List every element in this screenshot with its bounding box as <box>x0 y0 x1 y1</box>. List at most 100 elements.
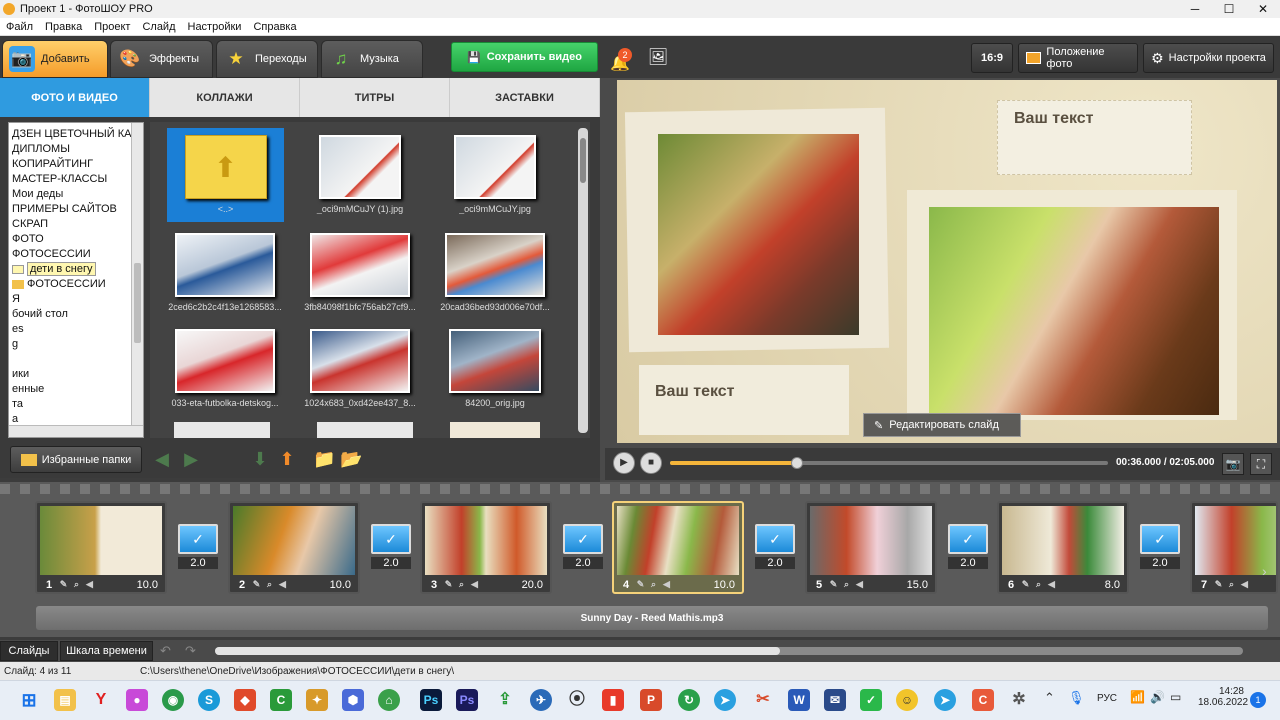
folder-item[interactable]: ДЗЕН ЦВЕТОЧНЫЙ КАН <box>12 127 143 142</box>
pencil-icon[interactable]: ✎ <box>828 579 839 590</box>
photo-position-button[interactable]: Положение фото <box>1018 43 1138 73</box>
zoom-icon[interactable]: ⌕ <box>1226 579 1237 590</box>
image-search-icon[interactable]: 🖼 <box>646 47 670 69</box>
tab-slides[interactable]: Слайды <box>0 641 58 661</box>
close-button[interactable]: ✕ <box>1246 0 1280 18</box>
folder-item[interactable]: ФОТОСЕССИИ <box>12 277 143 292</box>
transition-6[interactable]: ✓ 2.0 <box>1138 524 1182 572</box>
pencil-icon[interactable]: ✎ <box>443 579 454 590</box>
file-thumbnail[interactable]: _oci9mMCuJY.jpg <box>430 128 560 223</box>
slide-duration[interactable]: 8.0 <box>1105 579 1124 591</box>
redo-icon[interactable]: ↷ <box>185 643 196 659</box>
file-up-folder[interactable]: ⬆ <..> <box>167 128 284 222</box>
slide-thumbnail-7[interactable]: 7 ✎ ⌕ ◀ <box>1190 501 1278 594</box>
folder-add-icon[interactable]: 📁 <box>313 449 335 469</box>
slide-thumbnail-6[interactable]: 6 ✎ ⌕ ◀ 8.0 <box>997 501 1129 594</box>
folder-item[interactable]: g <box>12 337 143 352</box>
app-icon[interactable]: ▮ <box>602 689 624 711</box>
file-grid-scrollbar[interactable] <box>578 128 588 433</box>
save-video-button[interactable]: 💾 Сохранить видео <box>451 42 598 72</box>
pencil-icon[interactable]: ✎ <box>635 579 646 590</box>
folder-open-icon[interactable]: 📂 <box>340 449 362 469</box>
folder-item[interactable]: МАСТЕР-КЛАССЫ <box>12 172 143 187</box>
app-icon[interactable]: C <box>270 689 292 711</box>
file-thumbnail[interactable]: 033-eta-futbolka-detskog... <box>160 322 290 417</box>
file-thumbnail[interactable]: 2ced6c2b2c4f13e1268583... <box>160 226 290 321</box>
speaker-icon[interactable]: ◀ <box>84 579 95 590</box>
playback-slider-handle[interactable] <box>791 457 804 469</box>
app-icon[interactable]: ⦿ <box>566 689 588 711</box>
forward-arrow-icon[interactable]: ▶ <box>181 449 201 469</box>
speaker-icon[interactable]: ◀ <box>1239 579 1250 590</box>
folder-item[interactable]: та <box>12 397 143 412</box>
zoom-icon[interactable]: ⌕ <box>648 579 659 590</box>
edit-slide-button[interactable]: ✎ Редактировать слайд <box>863 413 1021 437</box>
folder-item-selected[interactable]: дети в снегу <box>12 262 143 277</box>
app-icon[interactable]: ● <box>126 689 148 711</box>
transition-duration[interactable]: 2.0 <box>178 557 218 569</box>
transition-duration[interactable]: 2.0 <box>371 557 411 569</box>
folder-scroll-thumb[interactable] <box>134 263 141 343</box>
fullscreen-icon[interactable]: ⛶ <box>1250 453 1272 475</box>
slide-duration[interactable]: 10.0 <box>137 579 162 591</box>
folder-item[interactable]: Мои деды <box>12 187 143 202</box>
app-icon[interactable]: ✦ <box>306 689 328 711</box>
app-icon[interactable]: ⬢ <box>342 689 364 711</box>
app-icon[interactable]: ✲ <box>1008 689 1030 711</box>
app-icon[interactable]: ↻ <box>678 689 700 711</box>
zoom-icon[interactable]: ⌕ <box>841 579 852 590</box>
app-icon[interactable]: ⌂ <box>378 689 400 711</box>
app-icon[interactable]: ◆ <box>234 689 256 711</box>
folder-hscrollbar[interactable] <box>9 425 143 437</box>
word-icon[interactable]: W <box>788 689 810 711</box>
folder-item[interactable]: Я <box>12 292 143 307</box>
up-arrow-icon[interactable]: ⬆ <box>277 449 297 469</box>
pencil-icon[interactable]: ✎ <box>1213 579 1224 590</box>
transition-3[interactable]: ✓ 2.0 <box>561 524 605 572</box>
folder-item[interactable]: бочий стол <box>12 307 143 322</box>
skype-icon[interactable]: S <box>198 689 220 711</box>
speaker-icon[interactable]: ◀ <box>854 579 865 590</box>
app-icon[interactable]: ✉ <box>824 689 846 711</box>
input-language[interactable]: РУС <box>1097 693 1117 704</box>
slide-thumbnail-5[interactable]: 5 ✎ ⌕ ◀ 15.0 <box>805 501 937 594</box>
transition-duration[interactable]: 2.0 <box>1140 557 1180 569</box>
photoshop-icon[interactable]: Ps <box>420 689 442 711</box>
stop-icon[interactable]: ■ <box>640 452 662 474</box>
menu-file[interactable]: Файл <box>0 21 39 33</box>
file-thumbnail[interactable]: 84200_orig.jpg <box>430 322 560 417</box>
app-icon[interactable]: ✈ <box>530 689 552 711</box>
playback-progress-track[interactable] <box>670 457 1108 469</box>
zoom-icon[interactable]: ⌕ <box>264 579 275 590</box>
speaker-icon[interactable]: ◀ <box>469 579 480 590</box>
pencil-icon[interactable]: ✎ <box>1020 579 1031 590</box>
file-thumbnail[interactable]: _oci9mMCuJY (1).jpg <box>295 128 425 223</box>
chrome-icon[interactable]: ◉ <box>162 689 184 711</box>
slide-duration[interactable]: 20.0 <box>522 579 547 591</box>
tab-collages[interactable]: КОЛЛАЖИ <box>150 78 300 117</box>
tab-music[interactable]: ♫ Музыка <box>321 40 423 78</box>
transition-4[interactable]: ✓ 2.0 <box>753 524 797 572</box>
transition-5[interactable]: ✓ 2.0 <box>946 524 990 572</box>
tab-intros[interactable]: ЗАСТАВКИ <box>450 78 600 117</box>
preview-text-2[interactable]: Ваш текст <box>655 383 735 401</box>
folder-item[interactable]: КОПИРАЙТИНГ <box>12 157 143 172</box>
photoshop-elements-icon[interactable]: Ps <box>456 689 478 711</box>
transition-2[interactable]: ✓ 2.0 <box>369 524 413 572</box>
folder-item[interactable]: СКРАП <box>12 217 143 232</box>
zoom-icon[interactable]: ⌕ <box>456 579 467 590</box>
aspect-ratio-button[interactable]: 16:9 <box>971 43 1013 73</box>
slide-preview[interactable]: Ваш текст Ваш текст ✎ Редактировать слай… <box>617 80 1277 443</box>
menu-project[interactable]: Проект <box>88 21 136 33</box>
folder-item[interactable]: ФОТО <box>12 232 143 247</box>
yandex-browser-icon[interactable]: Y <box>90 689 112 711</box>
file-thumbnail[interactable]: 3fb84098f1bfc756ab27cf9... <box>295 226 425 321</box>
slide-thumbnail-4[interactable]: 4 ✎ ⌕ ◀ 10.0 <box>612 501 744 594</box>
powerpoint-icon[interactable]: P <box>640 689 662 711</box>
tab-timeline[interactable]: Шкала времени <box>60 641 153 661</box>
music-track[interactable]: Sunny Day - Reed Mathis.mp3 <box>36 606 1268 630</box>
tab-transitions[interactable]: ★ Переходы <box>216 40 318 78</box>
favorite-folders-button[interactable]: Избранные папки <box>10 446 142 473</box>
menu-settings[interactable]: Настройки <box>182 21 248 33</box>
timeline-scroll-right-icon[interactable]: › <box>1262 563 1267 579</box>
